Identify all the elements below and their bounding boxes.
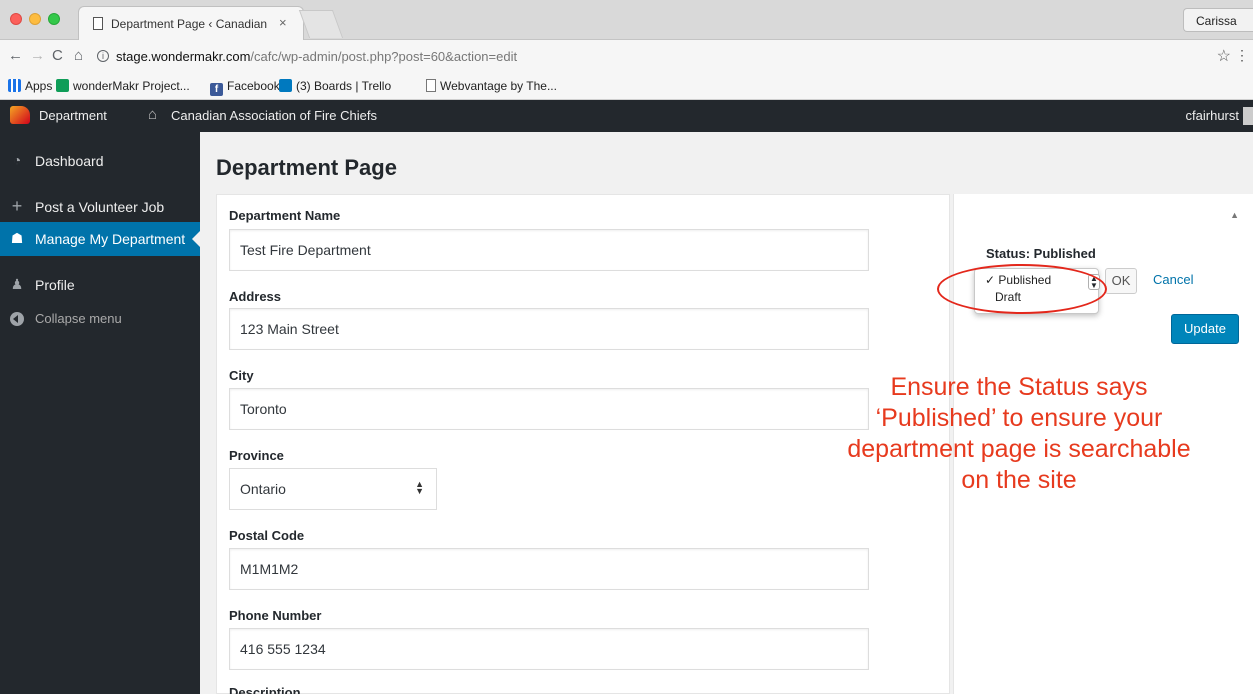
address-label: Address xyxy=(229,289,282,304)
admin-bar-user[interactable]: cfairhurst xyxy=(1186,108,1239,123)
annotation-text: Ensure the Status says ‘Published’ to en… xyxy=(847,373,1191,494)
browser-menu-icon[interactable]: ⋮ xyxy=(1235,47,1249,64)
sidebar-item-manage-department[interactable]: ☗ Manage My Department xyxy=(0,222,200,256)
site-logo-icon xyxy=(10,106,30,124)
update-button[interactable]: Update xyxy=(1171,314,1239,344)
bookmark-webvantage[interactable]: Webvantage by The... xyxy=(426,79,557,93)
home-icon[interactable]: ⌂ xyxy=(74,47,83,65)
postal-code-field[interactable]: M1M1M2 xyxy=(229,548,869,590)
browser-tab[interactable]: Department Page ‹ Canadian × xyxy=(78,6,304,40)
description-label: Description xyxy=(229,685,301,694)
address-field[interactable]: 123 Main Street xyxy=(229,308,869,350)
select-arrows-icon: ▲ ▼ xyxy=(415,479,424,496)
tab-title: Department Page ‹ Canadian xyxy=(111,17,268,31)
back-arrow-icon[interactable]: ← xyxy=(8,47,23,65)
info-icon[interactable]: i xyxy=(97,50,109,62)
admin-bar: Department ⌂ Canadian Association of Fir… xyxy=(0,100,1253,132)
status-label: Status: Published xyxy=(986,246,1096,261)
department-name-label: Department Name xyxy=(229,208,341,223)
collapse-icon xyxy=(10,312,24,326)
reload-icon[interactable]: C xyxy=(52,47,63,65)
admin-sidebar: ◔ Dashboard + Post a Volunteer Job ☗ Man… xyxy=(0,132,200,694)
profile-name: Carissa xyxy=(1196,14,1237,28)
facebook-icon: f xyxy=(210,83,223,96)
plus-icon: + xyxy=(11,196,23,216)
province-value: Ontario xyxy=(240,481,286,497)
url-path: /cafc/wp-admin/post.php?post=60&action=e… xyxy=(250,49,518,64)
document-icon xyxy=(93,17,103,30)
minimize-window-button[interactable] xyxy=(29,13,41,25)
phone-number-field[interactable]: 416 555 1234 xyxy=(229,628,869,670)
phone-number-label: Phone Number xyxy=(229,608,322,623)
trello-icon xyxy=(279,79,292,92)
sidebar-item-collapse-menu[interactable]: Collapse menu xyxy=(0,302,200,336)
bookmark-wondermakr[interactable]: wonderMakr Project... xyxy=(56,79,190,93)
forward-arrow-icon[interactable]: → xyxy=(30,47,45,65)
city-field[interactable]: Toronto xyxy=(229,388,869,430)
groups-icon: ☗ xyxy=(10,230,24,246)
bookmark-trello[interactable]: (3) Boards | Trello xyxy=(279,79,391,93)
admin-bar-department[interactable]: Department xyxy=(39,108,107,123)
apps-icon xyxy=(8,79,21,92)
tab-close-button[interactable]: × xyxy=(279,15,287,30)
sheets-icon xyxy=(56,79,69,92)
bookmark-apps[interactable]: Apps xyxy=(8,79,52,93)
postal-code-label: Postal Code xyxy=(229,528,305,543)
maximize-window-button[interactable] xyxy=(48,13,60,25)
sidebar-item-profile[interactable]: ♟ Profile xyxy=(0,268,200,302)
active-indicator xyxy=(192,231,200,247)
admin-bar-site-name[interactable]: Canadian Association of Fire Chiefs xyxy=(171,108,377,123)
department-name-field[interactable]: Test Fire Department xyxy=(229,229,869,271)
url-host: stage.wondermakr.com xyxy=(116,49,251,64)
cancel-link[interactable]: Cancel xyxy=(1153,272,1193,287)
collapse-arrow-icon[interactable]: ▲ xyxy=(1230,210,1239,220)
home-icon: ⌂ xyxy=(148,106,158,123)
highlight-oval xyxy=(937,264,1107,314)
sidebar-item-post-volunteer-job[interactable]: + Post a Volunteer Job xyxy=(0,190,200,224)
ok-button[interactable]: OK xyxy=(1105,268,1137,294)
avatar[interactable] xyxy=(1243,107,1253,125)
bookmark-facebook[interactable]: f Facebook xyxy=(210,79,280,96)
user-icon: ♟ xyxy=(10,276,24,292)
document-icon xyxy=(426,79,436,92)
dashboard-icon: ◔ xyxy=(12,152,22,168)
new-tab-button[interactable] xyxy=(298,10,344,38)
province-label: Province xyxy=(229,448,284,463)
close-window-button[interactable] xyxy=(10,13,22,25)
address-bar[interactable]: stage.wondermakr.com/cafc/wp-admin/post.… xyxy=(116,49,517,64)
bookmark-star-icon[interactable]: ☆ xyxy=(1217,46,1231,66)
browser-tab-bar: Department Page ‹ Canadian × Carissa xyxy=(0,0,1253,40)
browser-toolbar: ← → C ⌂ i stage.wondermakr.com/cafc/wp-a… xyxy=(0,40,1253,72)
city-label: City xyxy=(229,368,254,383)
bookmarks-bar: Apps wonderMakr Project... f Facebook (3)… xyxy=(0,72,1253,100)
profile-button[interactable]: Carissa xyxy=(1183,8,1253,32)
sidebar-item-dashboard[interactable]: ◔ Dashboard xyxy=(0,144,200,178)
page-title: Department Page xyxy=(216,155,397,180)
province-select[interactable]: Ontario ▲ ▼ xyxy=(229,468,437,510)
